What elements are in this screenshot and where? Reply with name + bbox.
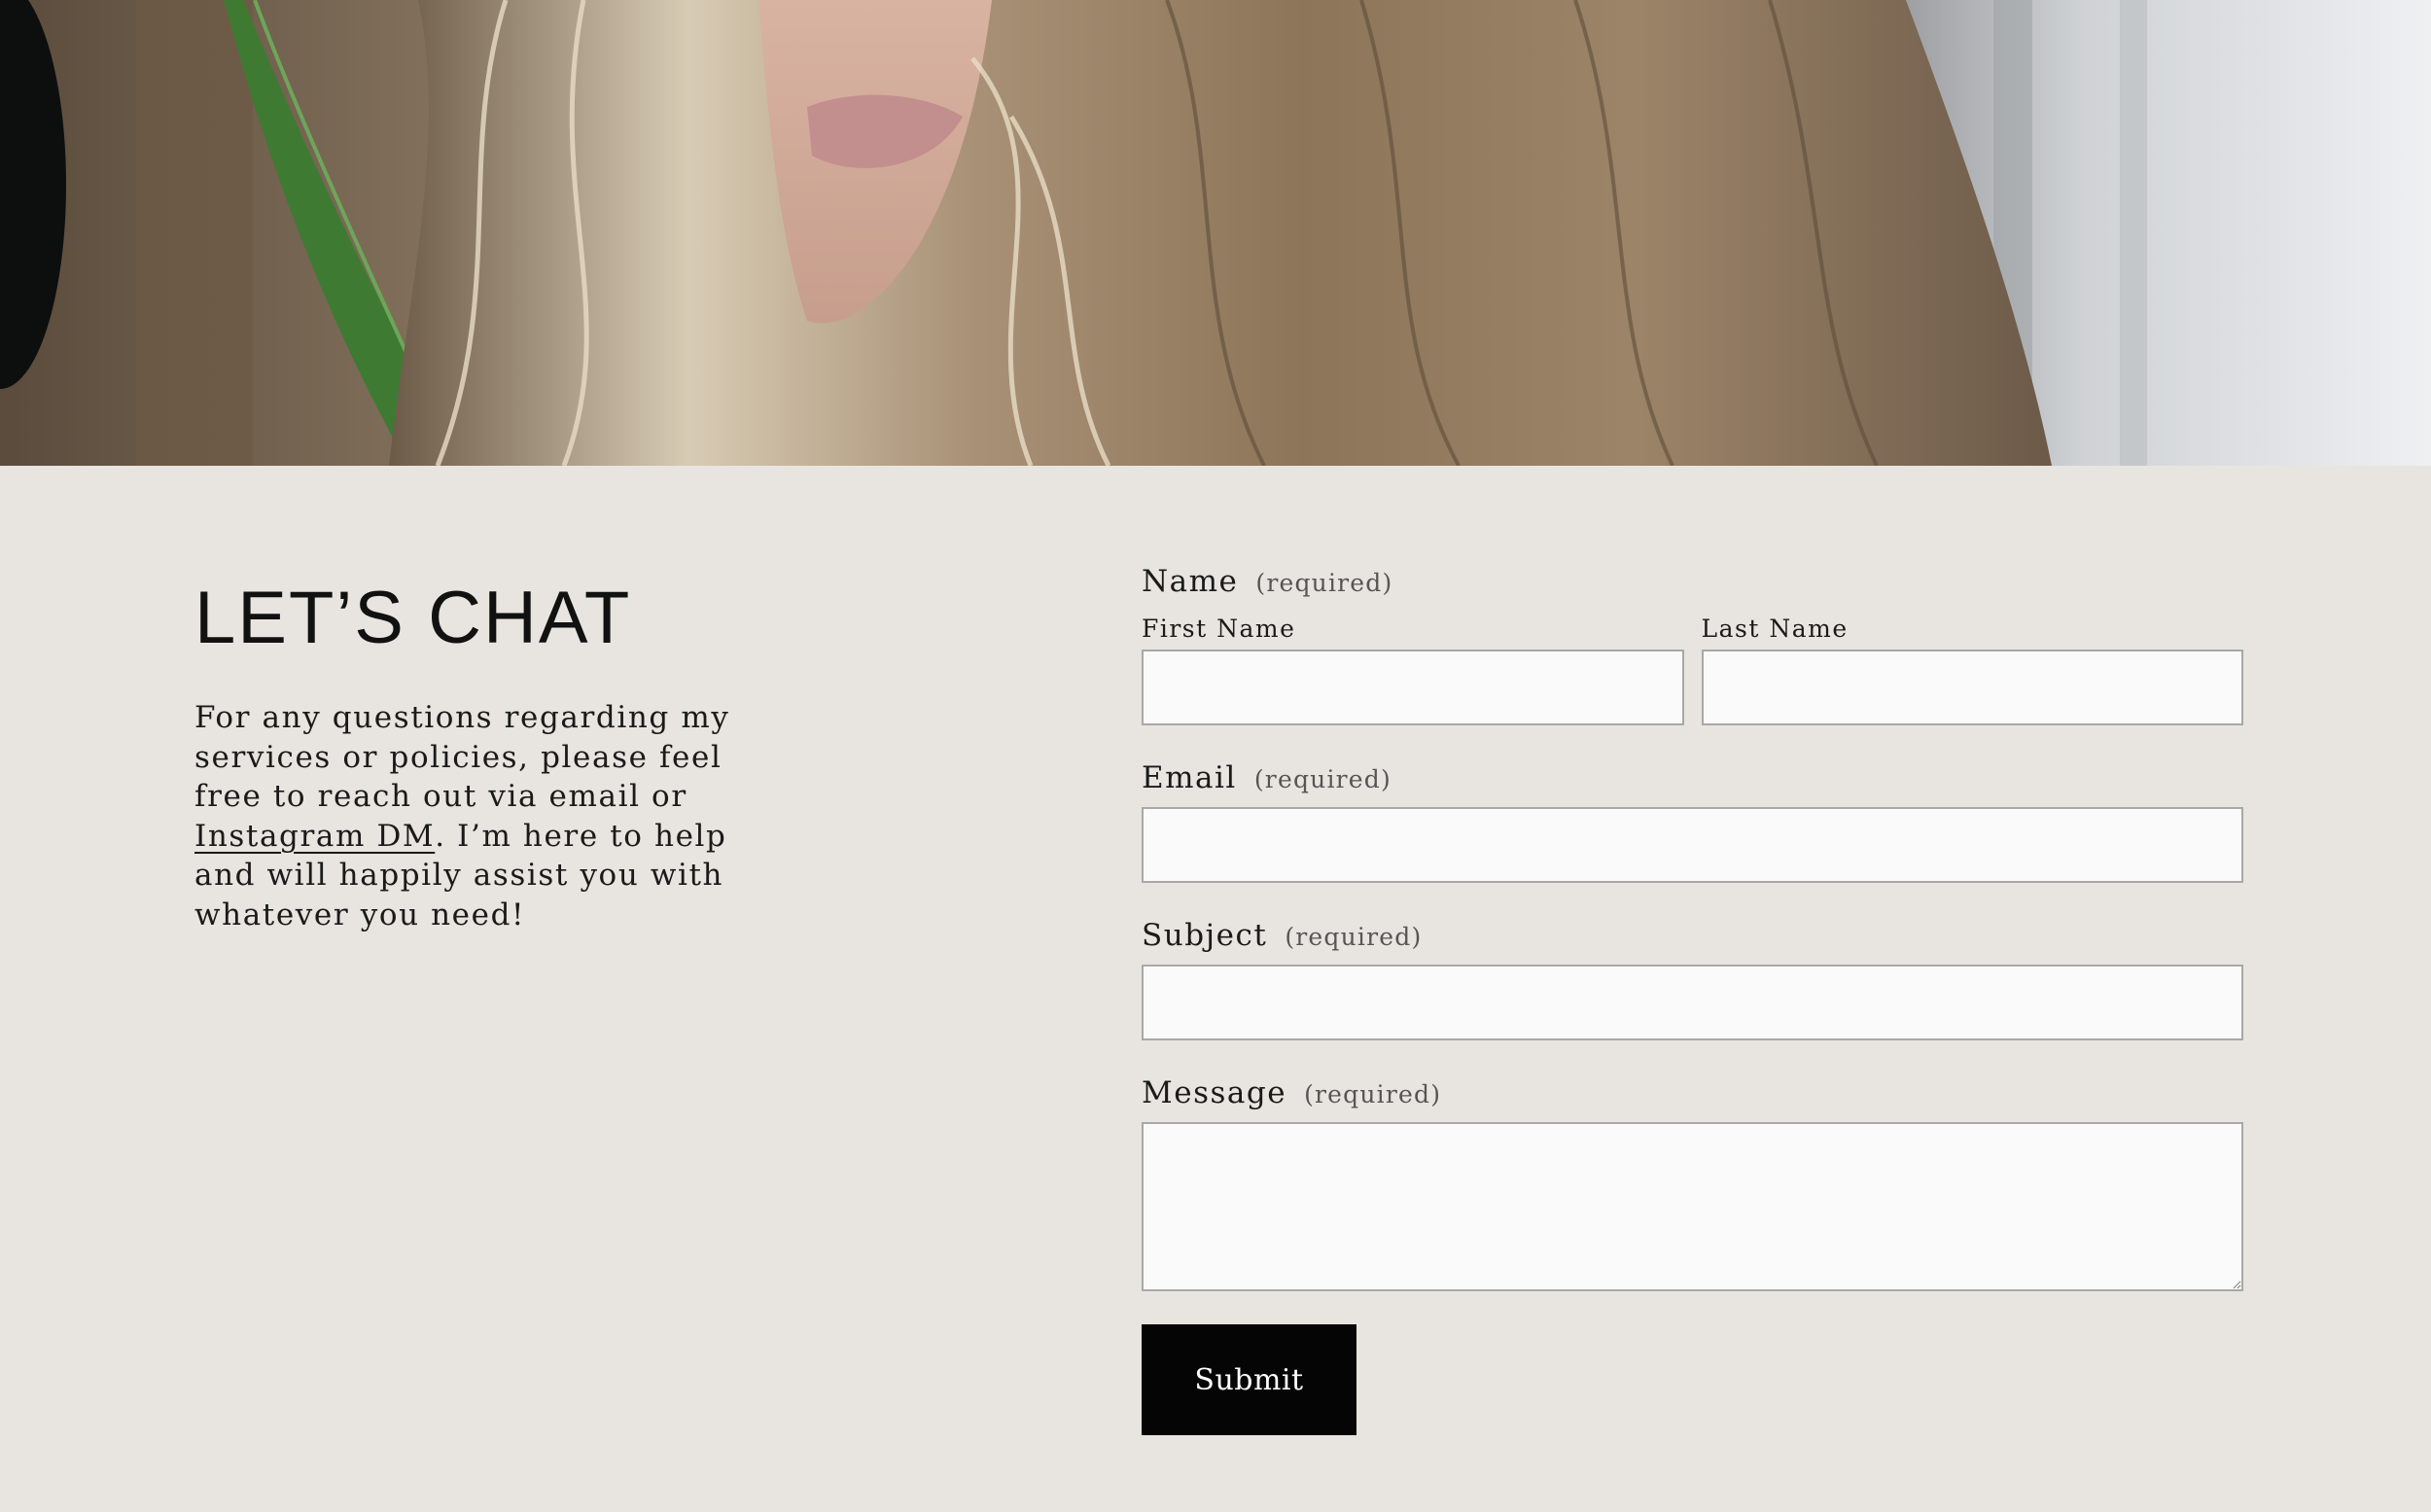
message-required-note: (required): [1304, 1080, 1442, 1108]
email-group: Email (required): [1142, 760, 2243, 883]
last-name-group: Last Name: [1701, 613, 2243, 725]
last-name-label: Last Name: [1701, 615, 1849, 643]
first-name-label: First Name: [1142, 615, 1296, 643]
message-textarea[interactable]: [1142, 1122, 2243, 1291]
subject-required-note: (required): [1285, 923, 1423, 951]
email-label: Email (required): [1142, 760, 2243, 803]
contact-form: Name (required) First Name Last Name Ema…: [1142, 564, 2243, 1435]
page-title: LET’S CHAT: [194, 577, 632, 659]
message-group: Message (required): [1142, 1075, 2243, 1291]
subject-label: Subject (required): [1142, 918, 2243, 961]
hero-photo: [0, 0, 2431, 466]
subject-input[interactable]: [1142, 965, 2243, 1040]
message-label-text: Message: [1142, 1075, 1287, 1110]
email-required-note: (required): [1253, 765, 1392, 793]
name-label-text: Name: [1142, 564, 1239, 599]
name-label: Name (required): [1142, 564, 2243, 607]
last-name-input[interactable]: [1701, 650, 2243, 725]
name-fields-row: First Name Last Name: [1142, 613, 2243, 725]
hero-photo-art: [0, 0, 2431, 466]
intro-section: LET’S CHAT For any questions regarding m…: [194, 574, 797, 934]
intro-text-start: For any questions regarding my services …: [194, 700, 730, 814]
subject-group: Subject (required): [1142, 918, 2243, 1040]
submit-button[interactable]: Submit: [1142, 1324, 1356, 1435]
first-name-group: First Name: [1142, 613, 1684, 725]
email-input[interactable]: [1142, 807, 2243, 883]
instagram-dm-link[interactable]: Instagram DM: [194, 819, 435, 854]
first-name-input[interactable]: [1142, 650, 1684, 725]
email-label-text: Email: [1142, 760, 1237, 795]
subject-label-text: Subject: [1142, 918, 1268, 953]
name-required-note: (required): [1255, 569, 1393, 597]
message-label: Message (required): [1142, 1075, 2243, 1118]
intro-paragraph: For any questions regarding my services …: [194, 698, 797, 934]
